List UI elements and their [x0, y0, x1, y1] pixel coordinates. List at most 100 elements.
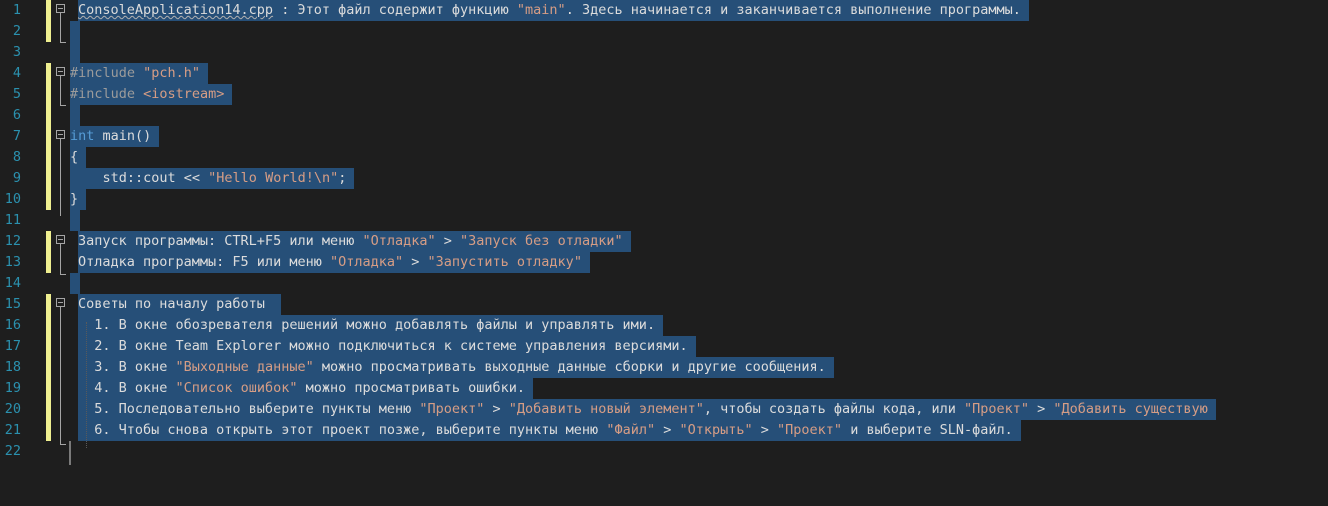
- change-marker: [46, 0, 51, 21]
- fold-guide: [60, 13, 61, 42]
- code-token: "Выходные данные": [175, 359, 314, 375]
- code-text: Советы по началу работы: [78, 294, 282, 315]
- code-token: можно просматривать ошибки.: [297, 380, 526, 396]
- code-line[interactable]: 1 ConsoleApplication14.cpp : Этот файл со…: [0, 0, 1328, 21]
- fold-guide: [60, 307, 61, 444]
- collapse-icon[interactable]: [56, 298, 65, 307]
- line-number: 18: [4, 359, 21, 375]
- code-token: "main": [516, 2, 566, 18]
- fold-guide-end: [60, 42, 66, 43]
- change-marker: [46, 189, 51, 210]
- code-line[interactable]: 10}: [0, 189, 1328, 210]
- code-line[interactable]: 5 #include <iostream>: [0, 84, 1328, 105]
- code-line[interactable]: 15 Советы по началу работы: [0, 294, 1328, 315]
- line-number: 11: [4, 212, 21, 228]
- code-line[interactable]: 22: [0, 441, 1328, 462]
- collapse-icon[interactable]: [56, 67, 65, 76]
- code-text: int main(): [70, 126, 160, 147]
- code-token: 1. В окне обозревателя решений можно доб…: [78, 317, 656, 333]
- code-token: "Запустить отладку": [427, 254, 582, 270]
- selection-highlight: [70, 42, 80, 63]
- code-line[interactable]: 18 3. В окне "Выходные данные" можно про…: [0, 357, 1328, 378]
- code-text: std::cout << "Hello World!\n";: [70, 168, 355, 189]
- code-line[interactable]: 19 4. В окне "Список ошибок" можно просм…: [0, 378, 1328, 399]
- line-number: 10: [4, 191, 21, 207]
- line-number: 17: [4, 338, 21, 354]
- change-marker: [46, 63, 51, 84]
- code-text: 1. В окне обозревателя решений можно доб…: [78, 315, 664, 336]
- code-line[interactable]: 3: [0, 42, 1328, 63]
- code-token: >: [752, 422, 778, 438]
- code-token: int: [70, 128, 95, 144]
- line-number: 4: [12, 65, 21, 81]
- fold-guide-end: [60, 105, 66, 106]
- code-token: main(): [94, 128, 152, 144]
- code-line[interactable]: 14: [0, 273, 1328, 294]
- caret: [69, 441, 71, 465]
- code-line[interactable]: 8{: [0, 147, 1328, 168]
- collapse-icon[interactable]: [56, 4, 65, 13]
- code-text: ConsoleApplication14.cpp : Этот файл сод…: [78, 0, 1029, 21]
- code-text: 6. Чтобы снова открыть этот проект позже…: [78, 420, 1021, 441]
- code-line[interactable]: 6: [0, 105, 1328, 126]
- code-token: 6. Чтобы снова открыть этот проект позже…: [78, 422, 607, 438]
- code-line[interactable]: 12 Запуск программы: CTRL+F5 или меню "От…: [0, 231, 1328, 252]
- code-line[interactable]: 2: [0, 21, 1328, 42]
- line-number: 3: [12, 44, 21, 60]
- code-token: "Отладка": [329, 254, 404, 270]
- code-token: 5. Последовательно выберите пункты меню: [78, 401, 420, 417]
- change-marker: [46, 294, 51, 315]
- code-editor[interactable]: 1 ConsoleApplication14.cpp : Этот файл со…: [0, 0, 1328, 506]
- code-token: "Добавить существую: [1053, 401, 1208, 417]
- code-line[interactable]: 7 int main(): [0, 126, 1328, 147]
- code-token: можно просматривать выходные данные сбор…: [313, 359, 826, 375]
- fold-guide-end: [60, 444, 66, 445]
- code-token: <iostream>: [143, 86, 225, 102]
- code-token: >: [435, 233, 461, 249]
- line-number: 16: [4, 317, 21, 333]
- line-number: 5: [12, 86, 21, 102]
- selection-highlight: [70, 105, 80, 126]
- code-line[interactable]: 20 5. Последовательно выберите пункты ме…: [0, 399, 1328, 420]
- change-marker: [46, 315, 51, 336]
- line-number: 9: [12, 170, 21, 186]
- code-token: "Hello World!\n": [208, 170, 339, 186]
- fold-guide: [60, 76, 61, 105]
- code-text: 3. В окне "Выходные данные" можно просма…: [78, 357, 834, 378]
- change-marker: [46, 168, 51, 189]
- line-number: 22: [4, 443, 21, 459]
- line-number: 7: [12, 128, 21, 144]
- code-line[interactable]: 11: [0, 210, 1328, 231]
- code-text: #include <iostream>: [70, 84, 233, 105]
- code-line[interactable]: 4 #include "pch.h": [0, 63, 1328, 84]
- code-line[interactable]: 9 std::cout << "Hello World!\n";: [0, 168, 1328, 189]
- line-number: 21: [4, 422, 21, 438]
- code-line[interactable]: 17 2. В окне Team Explorer можно подключ…: [0, 336, 1328, 357]
- change-marker: [46, 147, 51, 168]
- code-line[interactable]: 21 6. Чтобы снова открыть этот проект по…: [0, 420, 1328, 441]
- code-token: #include: [70, 65, 144, 81]
- selection-highlight: [70, 273, 80, 294]
- code-text: 2. В окне Team Explorer можно подключить…: [78, 336, 696, 357]
- code-token: Советы по началу работы: [78, 296, 274, 312]
- code-token: >: [1029, 401, 1054, 417]
- fold-guide-end: [60, 274, 66, 275]
- code-token: "Запуск без отладки": [460, 233, 623, 249]
- change-marker: [46, 21, 51, 42]
- code-line[interactable]: 16 1. В окне обозревателя решений можно …: [0, 315, 1328, 336]
- code-text: 5. Последовательно выберите пункты меню …: [78, 399, 1216, 420]
- change-marker: [46, 252, 51, 273]
- collapse-icon[interactable]: [56, 130, 65, 139]
- code-token: #include: [70, 86, 144, 102]
- selection-highlight: [70, 210, 80, 231]
- change-marker: [46, 105, 51, 126]
- line-number: 14: [4, 275, 21, 291]
- code-text: {: [70, 147, 87, 168]
- code-token: "Проект": [963, 401, 1029, 417]
- collapse-icon[interactable]: [56, 235, 65, 244]
- code-token: Запуск программы: CTRL+F5 или меню: [78, 233, 363, 249]
- code-token: . Здесь начинается и заканчивается выпол…: [565, 2, 1021, 18]
- code-token: std::cout <<: [70, 170, 209, 186]
- code-line[interactable]: 13 Отладка программы: F5 или меню "Отладк…: [0, 252, 1328, 273]
- code-token: 2. В окне Team Explorer можно подключить…: [78, 338, 688, 354]
